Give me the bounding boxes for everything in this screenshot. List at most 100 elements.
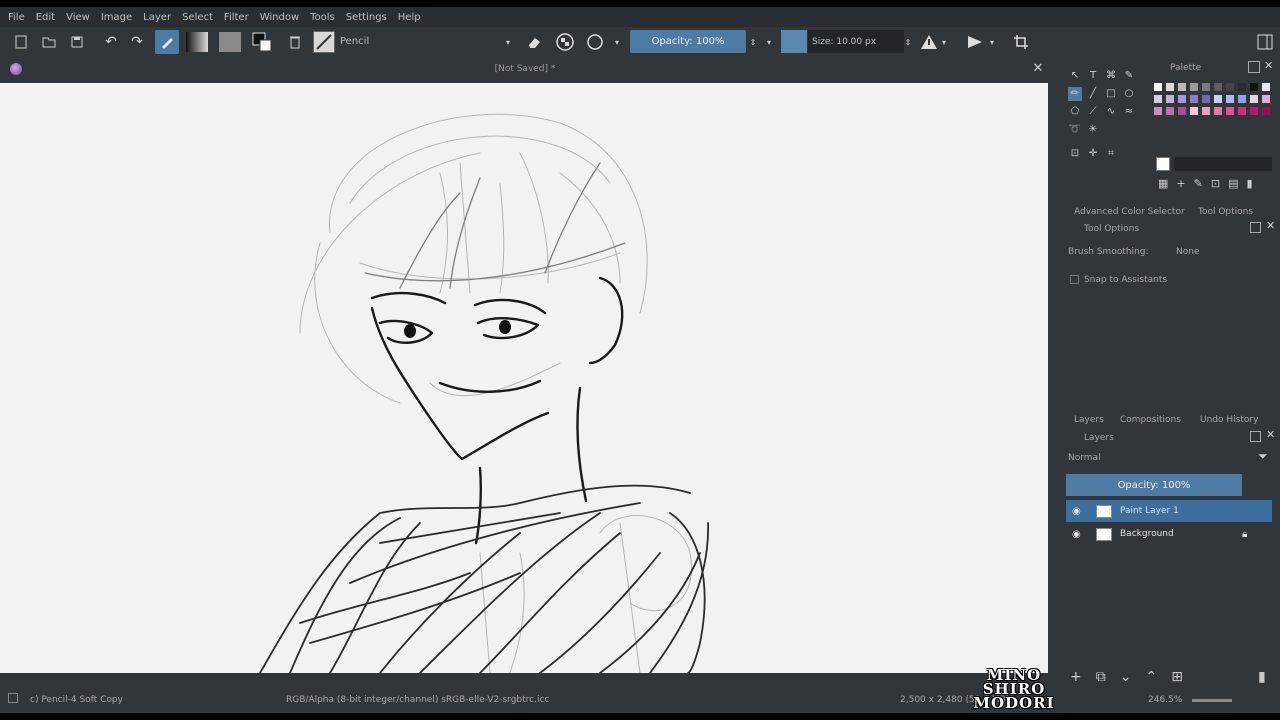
stepper-icon[interactable]: ⇕ [748,30,758,54]
chevron-down-icon[interactable]: ▾ [612,30,622,54]
layer-row[interactable]: ◉ Background 🔒︎ [1066,523,1272,545]
new-document-icon[interactable] [12,30,30,54]
chevron-down-icon[interactable]: ▾ [502,30,514,54]
multibrush-icon[interactable]: ✳ [1086,123,1100,137]
document-title[interactable]: [Not Saved] * [0,64,1050,74]
size-slider-fill[interactable] [781,30,807,53]
freehand-path-icon[interactable]: ≈ [1122,105,1136,119]
edit-swatch-icon[interactable]: ✎ [1194,177,1203,190]
menu-file[interactable]: File [8,12,25,23]
redo-icon[interactable]: ↷ [128,30,146,54]
palette-swatch[interactable] [1166,83,1174,91]
palette-swatch[interactable] [1214,95,1222,103]
chevron-down-icon[interactable]: ▾ [940,30,948,54]
undo-icon[interactable]: ↶ [102,30,120,54]
wrap-around-icon[interactable] [584,30,606,54]
crop-tool-icon[interactable]: ⌗ [1104,147,1118,161]
palette-swatch[interactable] [1190,95,1198,103]
preset-name[interactable]: Pencil [340,36,369,47]
panel-layout-icon[interactable] [1254,30,1276,54]
crop-icon[interactable] [1010,30,1032,54]
menu-layer[interactable]: Layer [143,12,171,23]
palette-swatch[interactable] [1238,95,1246,103]
delete-layer-icon[interactable]: ▮ [1258,669,1266,685]
menu-help[interactable]: Help [398,12,421,23]
drawing-canvas[interactable] [0,83,1048,673]
brush-smoothing-select[interactable]: None [1176,247,1199,257]
text-tool-icon[interactable]: T [1086,69,1100,83]
brush-tool-icon[interactable] [155,30,179,54]
palette-swatch[interactable] [1262,83,1270,91]
open-folder-icon[interactable] [40,30,58,54]
tab-layers[interactable]: Layers [1074,415,1104,425]
palette-swatch[interactable] [1250,107,1258,115]
layer-opacity-slider[interactable]: Opacity: 100% [1066,474,1242,496]
palette-swatch[interactable] [1190,83,1198,91]
palette-swatch[interactable] [1238,83,1246,91]
menu-edit[interactable]: Edit [36,12,55,23]
palette-swatch[interactable] [1154,83,1162,91]
edit-shapes-icon[interactable]: ⌘ [1104,69,1118,83]
add-swatch-icon[interactable]: + [1176,177,1185,190]
opacity-slider[interactable]: Opacity: 100% [630,30,746,53]
menu-tools[interactable]: Tools [310,12,335,23]
blend-mode-select[interactable]: Normal [1068,453,1101,463]
snap-assistants-checkbox[interactable] [1070,275,1079,284]
float-icon[interactable] [1250,222,1261,233]
menu-image[interactable]: Image [101,12,132,23]
palette-swatch[interactable] [1166,95,1174,103]
menu-view[interactable]: View [66,12,90,23]
close-icon[interactable]: ✕ [1264,59,1273,72]
dynamic-brush-icon[interactable]: ➰ [1068,123,1082,137]
tab-undo-history[interactable]: Undo History [1200,415,1258,425]
palette-icon[interactable]: ▦ [1158,177,1168,190]
palette-swatch[interactable] [1262,95,1270,103]
polygon-tool-icon[interactable]: ⬠ [1068,105,1082,119]
color-swap-icon[interactable] [250,30,274,54]
brush-preset-thumb-icon[interactable] [312,30,336,54]
save-icon[interactable] [68,30,86,54]
import-icon[interactable]: ⊡ [1211,177,1220,190]
palette-swatch[interactable] [1178,95,1186,103]
move-tool-icon[interactable]: ✛ [1086,147,1100,161]
layer-row[interactable]: ◉ Paint Layer 1 [1066,500,1272,522]
filter-icon[interactable]: ⏷ [1258,449,1268,464]
palette-swatch[interactable] [1178,107,1186,115]
palette-swatch[interactable] [1202,83,1210,91]
palette-swatch[interactable] [1154,107,1162,115]
pattern-icon[interactable] [218,30,242,54]
add-layer-icon[interactable]: + [1070,669,1082,685]
palette-swatch[interactable] [1202,95,1210,103]
palette-swatch[interactable] [1262,107,1270,115]
bezier-tool-icon[interactable]: ∿ [1104,105,1118,119]
freehand-brush-icon[interactable]: ✏ [1068,87,1082,101]
status-zoom[interactable]: 246.5% [1148,695,1182,705]
palette-swatch[interactable] [1202,107,1210,115]
preset-bin-icon[interactable] [286,30,304,54]
move-down-icon[interactable]: ⌄ [1120,669,1132,685]
calligraphy-icon[interactable]: ✎ [1122,69,1136,83]
rectangle-tool-icon[interactable]: □ [1104,87,1118,101]
float-icon[interactable] [1248,61,1260,73]
chevron-down-icon[interactable]: ▾ [764,30,774,54]
layer-name[interactable]: Paint Layer 1 [1120,506,1179,516]
tab-compositions[interactable]: Compositions [1120,415,1181,425]
layer-name[interactable]: Background [1120,529,1174,539]
gradient-icon[interactable] [183,30,211,54]
size-slider[interactable]: Size: 10.00 px [808,30,904,53]
select-shapes-icon[interactable]: ↖ [1068,69,1082,83]
move-up-icon[interactable]: ⌃ [1145,669,1157,685]
stepper-icon[interactable]: ⇕ [904,30,912,54]
delete-swatch-icon[interactable]: ▮ [1246,177,1252,190]
palette-swatch[interactable] [1214,107,1222,115]
palette-swatch[interactable] [1250,83,1258,91]
palette-swatch[interactable] [1166,107,1174,115]
ellipse-tool-icon[interactable]: ○ [1122,87,1136,101]
layer-properties-icon[interactable]: ⊞ [1171,669,1183,685]
tab-advanced-color-selector[interactable]: Advanced Color Selector [1074,207,1185,217]
menu-select[interactable]: Select [182,12,213,23]
polyline-tool-icon[interactable]: ⟋ [1086,105,1100,119]
palette-swatch[interactable] [1190,107,1198,115]
palette-swatch[interactable] [1250,95,1258,103]
close-icon[interactable]: ✕ [1266,428,1275,441]
